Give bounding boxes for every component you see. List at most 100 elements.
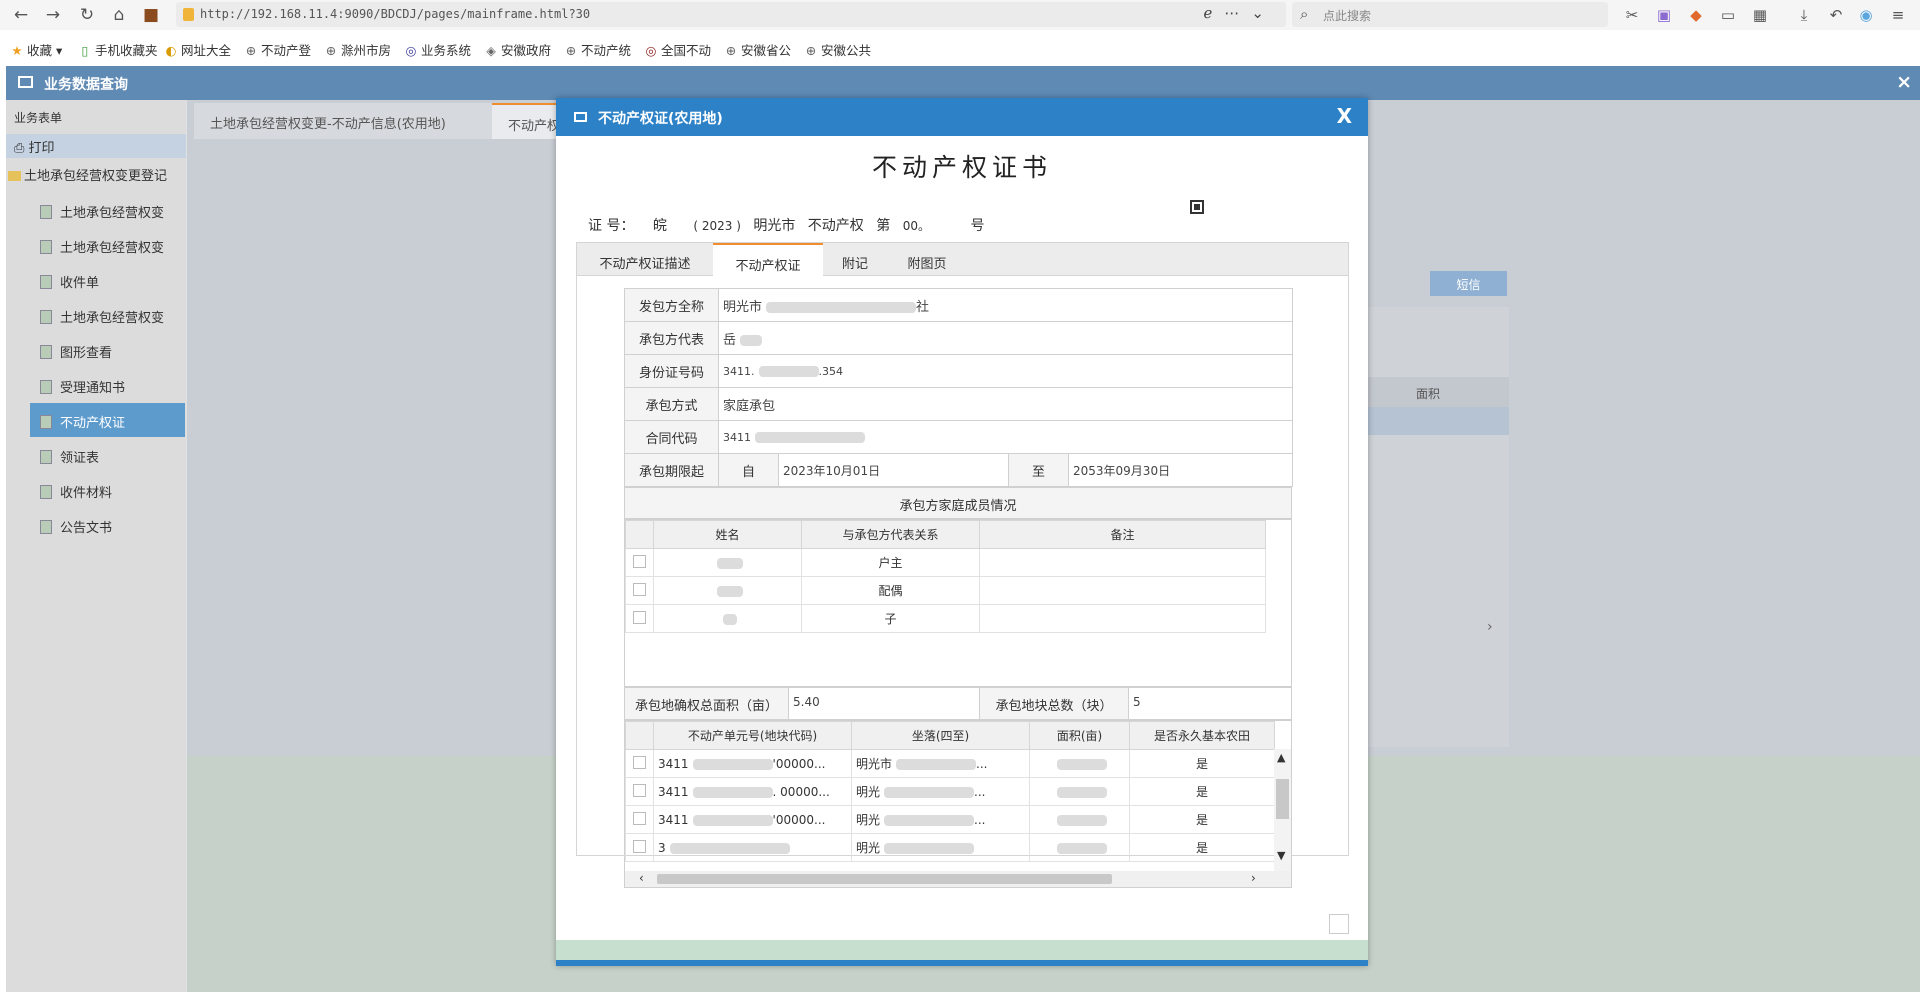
table-row[interactable]: 3 明光 是 xyxy=(625,833,1275,862)
dialog-close-button[interactable]: X xyxy=(1337,104,1352,128)
bookmark-item[interactable]: ⊕ 不动产统 xyxy=(564,40,631,59)
row-checkbox-cell xyxy=(625,604,654,633)
row-checkbox[interactable] xyxy=(633,811,646,825)
extension-icon[interactable]: ■ xyxy=(140,4,162,26)
location-cell: 明光市... xyxy=(851,749,1030,778)
app-title: 业务数据查询 xyxy=(44,77,128,93)
row-checkbox[interactable] xyxy=(633,610,646,624)
search-placeholder[interactable]: 点此搜索 xyxy=(1323,7,1371,24)
chevron-right-icon[interactable]: › xyxy=(1251,871,1256,885)
reload-icon[interactable]: ↻ xyxy=(76,4,98,26)
ball-icon[interactable]: ◉ xyxy=(1856,5,1876,25)
sidebar-item[interactable]: 领证表 xyxy=(30,438,185,472)
document-icon xyxy=(40,485,52,499)
note-cell xyxy=(979,548,1266,577)
bookmark-item[interactable]: ⊕ 不动产登 xyxy=(244,40,311,59)
menu-icon[interactable]: ≡ xyxy=(1888,5,1908,25)
row-checkbox[interactable] xyxy=(633,839,646,853)
address-bar[interactable]: http://192.168.11.4:9090/BDCDJ/pages/mai… xyxy=(176,2,1286,27)
horizontal-scrollbar[interactable]: ‹ › xyxy=(625,871,1291,887)
tab-certificate[interactable]: 不动产权证 xyxy=(713,243,823,277)
sms-button[interactable]: 短信 xyxy=(1430,271,1507,296)
search-box[interactable]: ⌕ 点此搜索 xyxy=(1292,2,1608,27)
bookmark-item[interactable]: ◐ 网址大全 xyxy=(164,40,231,59)
row-checkbox[interactable] xyxy=(633,755,646,769)
sidebar-item[interactable]: 公告文书 xyxy=(30,508,185,542)
tab-attached-map[interactable]: 附图页 xyxy=(887,243,967,277)
sidebar-item[interactable]: 收件材料 xyxy=(30,473,185,507)
apps-icon[interactable]: ▦ xyxy=(1750,5,1770,25)
redacted-text xyxy=(1056,842,1107,854)
qr-code-icon[interactable] xyxy=(1190,200,1204,214)
translate-icon[interactable]: ▣ xyxy=(1654,5,1674,25)
sidebar-group[interactable]: 土地承包经营权变更登记 xyxy=(6,165,186,184)
sidebar-item-active[interactable]: 不动产权证 xyxy=(30,403,185,437)
bookmark-item[interactable]: ★ 收藏 ▾ xyxy=(10,40,62,59)
header-checkbox xyxy=(625,721,654,750)
row-checkbox[interactable] xyxy=(633,582,646,596)
vertical-scrollbar[interactable]: ▲ ▼ xyxy=(1274,749,1291,871)
period-to-value: 2053年09月30日 xyxy=(1067,453,1294,487)
selected-row[interactable] xyxy=(1347,407,1509,435)
chevron-up-icon[interactable]: ▲ xyxy=(1277,751,1285,764)
redacted-text xyxy=(884,815,975,826)
sidebar-item[interactable]: 图形查看 xyxy=(30,333,185,367)
sidebar: 业务表单 ⎙ 打印 土地承包经营权变更登记 土地承包经营权变 土地承包经营权变 … xyxy=(6,100,186,992)
app-close-button[interactable]: × xyxy=(1896,71,1912,93)
table-row[interactable]: 3411'00000... 明光... 是 xyxy=(625,805,1275,834)
chevron-left-icon[interactable]: ‹ xyxy=(639,871,644,885)
area-summary: 承包地确权总面积（亩） 5.40 承包地块总数（块） 5 xyxy=(624,687,1292,720)
sidebar-item[interactable]: 土地承包经营权变 xyxy=(30,193,185,227)
tab-notes[interactable]: 附记 xyxy=(823,243,887,277)
location-cell: 明光... xyxy=(851,805,1030,834)
table-row[interactable]: 户主 xyxy=(625,548,1266,577)
back-icon[interactable]: ← xyxy=(10,4,32,26)
row-checkbox-cell xyxy=(625,833,654,862)
table-row[interactable]: 3411'00000... 明光市... 是 xyxy=(625,749,1275,778)
total-area-label: 承包地确权总面积（亩） xyxy=(625,688,789,719)
forward-icon[interactable]: → xyxy=(42,4,64,26)
sidebar-item[interactable]: 土地承包经营权变 xyxy=(30,228,185,262)
relation-cell: 子 xyxy=(801,604,980,633)
globe-icon: ⊕ xyxy=(805,43,817,58)
area-cell xyxy=(1029,805,1130,834)
bookmark-item[interactable]: ◎ 业务系统 xyxy=(404,40,471,59)
sidebar-item[interactable]: 收件单 xyxy=(30,263,185,297)
table-row[interactable]: 配偶 xyxy=(625,576,1266,605)
bookmark-item[interactable]: ◈ 安徽政府 xyxy=(484,40,551,59)
bookmark-item[interactable]: ⊕ 安徽公共 xyxy=(804,40,871,59)
location-cell: 明光... xyxy=(851,777,1030,806)
content-tab[interactable]: 土地承包经营权变更-不动产信息(农用地) xyxy=(194,103,492,139)
sidebar-item[interactable]: 土地承包经营权变 xyxy=(30,298,185,332)
bookmark-item[interactable]: ◎ 全国不动 xyxy=(644,40,711,59)
bookmark-item[interactable]: ▯ 手机收藏夹 xyxy=(78,40,158,59)
undo-icon[interactable]: ↶ xyxy=(1826,5,1846,25)
chevron-down-icon[interactable]: ▼ xyxy=(1277,849,1285,862)
scissors-icon[interactable]: ✂ xyxy=(1622,5,1642,25)
sidebar-item[interactable]: 受理通知书 xyxy=(30,368,185,402)
screen-icon[interactable]: ▭ xyxy=(1718,5,1738,25)
parcel-count-label: 承包地块总数（块） xyxy=(979,688,1129,719)
game-icon[interactable]: ◆ xyxy=(1686,5,1706,25)
download-icon[interactable]: ⤓ xyxy=(1794,5,1814,25)
scroll-thumb[interactable] xyxy=(657,874,1112,884)
chevron-right-icon[interactable]: › xyxy=(1487,619,1493,635)
print-button[interactable]: ⎙ 打印 xyxy=(6,134,186,158)
url-text[interactable]: http://192.168.11.4:9090/BDCDJ/pages/mai… xyxy=(200,7,590,21)
row-checkbox[interactable] xyxy=(633,554,646,568)
row-checkbox[interactable] xyxy=(633,783,646,797)
warning-icon xyxy=(183,8,194,21)
bookmark-item[interactable]: ⊕ 安徽省公 xyxy=(724,40,791,59)
column-header: 是否永久基本农田 xyxy=(1129,721,1275,750)
bookmark-item[interactable]: ⊕ 滁州市房 xyxy=(324,40,391,59)
address-tools[interactable]: ℯ⋯⌄ xyxy=(1204,4,1276,22)
table-row[interactable]: 3411. 00000... 明光... 是 xyxy=(625,777,1275,806)
dialog-title: 不动产权证(农用地) xyxy=(598,111,723,127)
scroll-thumb[interactable] xyxy=(1276,779,1289,819)
resize-handle[interactable] xyxy=(1329,914,1349,934)
tab-description[interactable]: 不动产权证描述 xyxy=(577,243,713,277)
table-row[interactable]: 子 xyxy=(625,604,1266,633)
redacted-text xyxy=(716,557,743,569)
redacted-text xyxy=(1056,814,1107,826)
home-icon[interactable]: ⌂ xyxy=(108,4,130,26)
